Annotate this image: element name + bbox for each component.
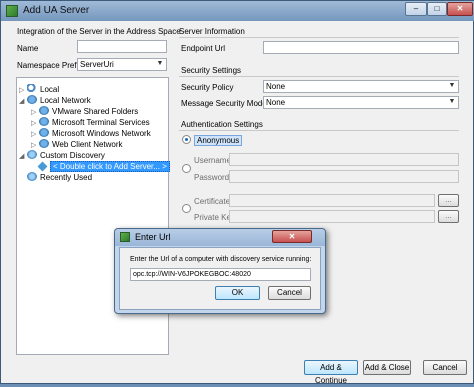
- name-label: Name: [17, 44, 39, 53]
- chevron-down-icon: ▼: [448, 82, 456, 89]
- message-security-mode-value: None: [266, 98, 286, 107]
- add-ua-server-window: Add UA Server – □ ✕ Integration of the S…: [0, 0, 474, 385]
- left-section-title: Integration of the Server in the Address…: [17, 27, 181, 36]
- certificate-browse-button[interactable]: ...: [438, 194, 459, 207]
- cancel-button[interactable]: Cancel: [423, 360, 467, 375]
- endpoint-url-label: Endpoint Url: [181, 44, 226, 53]
- password-label: Password: [194, 173, 230, 182]
- tree-item-web-client-network[interactable]: ▷ Web Client Network: [31, 139, 123, 150]
- username-label: Username: [194, 156, 231, 165]
- url-input[interactable]: opc.tcp://WIN-V6JPOKEGBOC:48020: [130, 268, 311, 281]
- close-button[interactable]: ✕: [447, 2, 473, 16]
- url-input-value: opc.tcp://WIN-V6JPOKEGBOC:48020: [133, 271, 251, 278]
- globe-icon: [27, 150, 37, 159]
- private-key-input[interactable]: [229, 210, 435, 223]
- divider: [179, 130, 459, 131]
- divider: [179, 37, 459, 38]
- dialog-ok-button[interactable]: OK: [215, 286, 260, 300]
- server-information-title: Server Information: [179, 27, 245, 36]
- certificate-label: Certificate: [194, 197, 231, 206]
- network-icon: [39, 139, 49, 148]
- dialog-title-bar: Enter Url ✕: [115, 229, 325, 246]
- network-icon: [39, 106, 49, 115]
- tree-item-label: Local: [40, 85, 60, 94]
- diamond-icon: [37, 161, 48, 172]
- search-icon: [27, 84, 37, 93]
- user-password-radio[interactable]: [182, 164, 191, 173]
- dialog-title: Enter Url: [135, 232, 171, 242]
- message-security-mode-select[interactable]: None ▼: [263, 96, 459, 109]
- minimize-button[interactable]: –: [405, 2, 427, 16]
- name-input[interactable]: [77, 40, 167, 53]
- authentication-settings-title: Authentication Settings: [181, 120, 263, 129]
- title-bar: Add UA Server – □ ✕: [1, 1, 474, 21]
- tree-item-label: Web Client Network: [52, 140, 123, 149]
- maximize-button[interactable]: □: [427, 2, 447, 16]
- namespace-prefix-label: Namespace Prefix: [17, 61, 83, 70]
- certificate-radio[interactable]: [182, 204, 191, 213]
- tree-item-windows-network[interactable]: ▷ Microsoft Windows Network: [31, 128, 151, 139]
- tree-item-custom-discovery[interactable]: ◢ Custom Discovery: [19, 150, 105, 161]
- divider: [179, 76, 459, 77]
- security-policy-select[interactable]: None ▼: [263, 80, 459, 93]
- network-icon: [27, 95, 37, 104]
- dialog-cancel-button[interactable]: Cancel: [268, 286, 311, 300]
- tree-item-local-network[interactable]: ◢ Local Network: [19, 95, 91, 106]
- globe-icon: [27, 172, 37, 181]
- dialog-prompt: Enter the Url of a computer with discove…: [130, 256, 312, 263]
- tree-item-label: Microsoft Windows Network: [52, 129, 151, 138]
- tree-item-terminal-services[interactable]: ▷ Microsoft Terminal Services: [31, 117, 150, 128]
- dialog-close-button[interactable]: ✕: [272, 230, 312, 243]
- dialog-app-icon: [120, 232, 130, 242]
- enter-url-dialog: Enter Url ✕ Enter the Url of a computer …: [114, 228, 326, 314]
- tree-item-label: < Double click to Add Server... >: [50, 161, 170, 172]
- endpoint-url-input[interactable]: [263, 41, 459, 54]
- tree-item-local[interactable]: ▷ Local: [19, 84, 59, 95]
- security-settings-title: Security Settings: [181, 66, 242, 75]
- chevron-down-icon: ▼: [156, 60, 164, 67]
- add-close-button[interactable]: Add & Close: [363, 360, 411, 375]
- tree-item-label: Microsoft Terminal Services: [52, 118, 150, 127]
- tree-item-recently-used[interactable]: Recently Used: [27, 172, 92, 183]
- tree-item-label: Recently Used: [40, 173, 93, 182]
- security-policy-label: Security Policy: [181, 83, 234, 92]
- tree-item-vmware[interactable]: ▷ VMware Shared Folders: [31, 106, 138, 117]
- dialog-body: Enter the Url of a computer with discove…: [119, 247, 321, 310]
- window-title: Add UA Server: [23, 5, 90, 16]
- namespace-prefix-value: ServerUri: [80, 60, 114, 69]
- add-continue-button[interactable]: Add & Continue: [304, 360, 358, 385]
- tree-item-label: Local Network: [40, 96, 91, 105]
- network-icon: [39, 117, 49, 126]
- password-input[interactable]: [229, 170, 459, 183]
- username-input[interactable]: [229, 153, 459, 166]
- tree-item-label: VMware Shared Folders: [52, 107, 139, 116]
- message-security-mode-label: Message Security Mode: [181, 99, 267, 108]
- collapse-arrow-icon: ◢: [19, 153, 25, 160]
- network-icon: [39, 128, 49, 137]
- anonymous-label: Anonymous: [194, 135, 243, 146]
- tree-item-label: Custom Discovery: [40, 151, 105, 160]
- namespace-prefix-select[interactable]: ServerUri ▼: [77, 58, 167, 71]
- anonymous-radio[interactable]: [182, 135, 191, 144]
- collapse-arrow-icon: ◢: [19, 98, 25, 105]
- private-key-browse-button[interactable]: ...: [438, 210, 459, 223]
- chevron-down-icon: ▼: [448, 98, 456, 105]
- app-icon: [6, 5, 18, 17]
- security-policy-value: None: [266, 82, 286, 91]
- tree-item-add-server[interactable]: < Double click to Add Server... >: [37, 161, 170, 172]
- certificate-input[interactable]: [229, 194, 435, 207]
